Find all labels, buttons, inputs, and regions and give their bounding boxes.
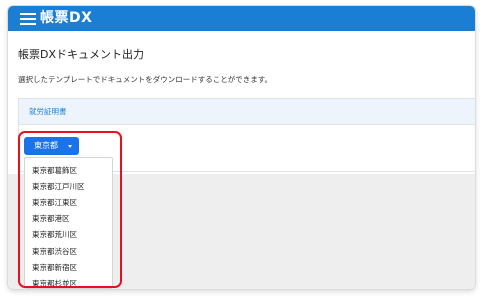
highlight-annotation (18, 131, 122, 288)
app-logo-text[interactable]: 帳票DX (40, 10, 92, 27)
card-header: 就労証明書 (19, 99, 475, 125)
card-header-label: 就労証明書 (29, 107, 67, 116)
page-description: 選択したテンプレートでドキュメントをダウンロードすることができます。 (18, 75, 273, 84)
hamburger-icon[interactable] (20, 13, 36, 25)
app-header: 帳票DX (8, 6, 475, 31)
page-title: 帳票DXドキュメント出力 (18, 48, 145, 61)
